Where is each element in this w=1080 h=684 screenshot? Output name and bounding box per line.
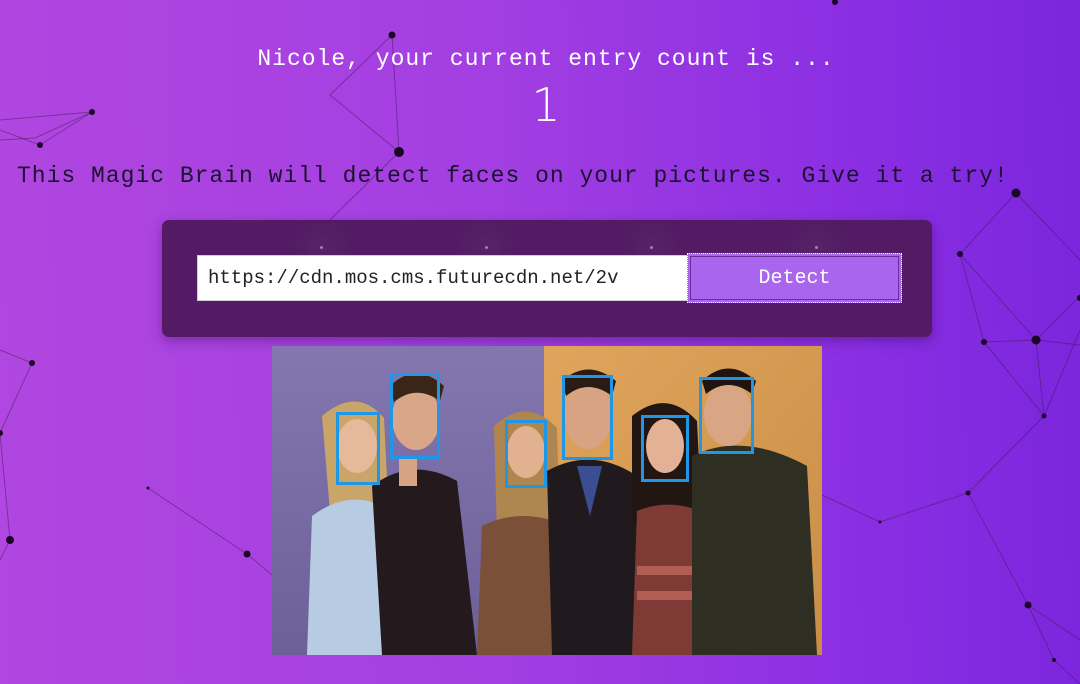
panel-glow-dot bbox=[485, 246, 488, 249]
face-detection-image bbox=[272, 346, 822, 655]
image-link-form: Detect bbox=[162, 220, 932, 337]
panel-glow-dot bbox=[650, 246, 653, 249]
face-bounding-box bbox=[336, 412, 380, 485]
detect-button[interactable]: Detect bbox=[687, 253, 902, 303]
entry-count-value: 1 bbox=[531, 78, 561, 132]
face-bounding-box bbox=[699, 377, 754, 454]
face-bounding-box bbox=[505, 420, 547, 488]
entry-count-greeting: Nicole, your current entry count is ... bbox=[257, 46, 835, 72]
face-bounding-box bbox=[562, 375, 613, 460]
app-tagline: This Magic Brain will detect faces on yo… bbox=[17, 163, 1009, 189]
detect-button-label: Detect bbox=[690, 256, 899, 300]
image-url-input[interactable] bbox=[197, 255, 688, 301]
panel-glow-dot bbox=[320, 246, 323, 249]
face-bounding-box bbox=[641, 415, 689, 482]
panel-glow-dot bbox=[815, 246, 818, 249]
face-bounding-box bbox=[390, 373, 440, 459]
